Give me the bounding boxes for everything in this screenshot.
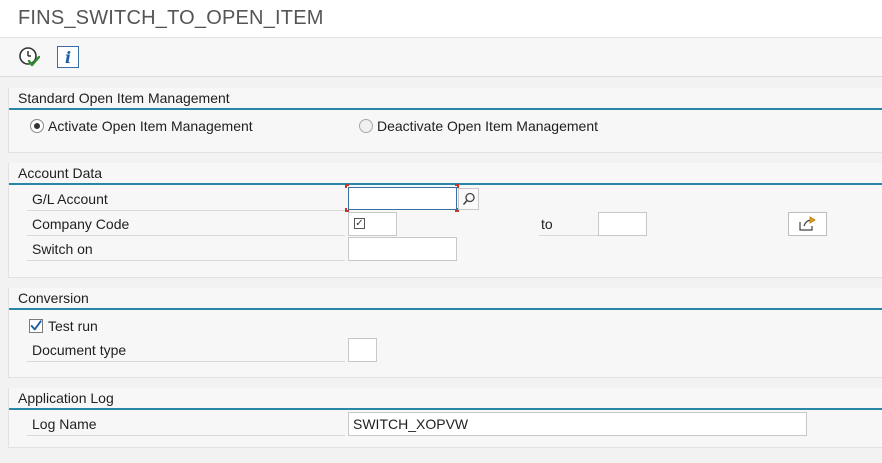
search-icon [462,192,475,206]
activate-label: Activate Open Item Management [48,118,253,134]
title-bar: FINS_SWITCH_TO_OPEN_ITEM [0,0,882,38]
group-title-application-log: Application Log [9,388,882,410]
company-code-to-input[interactable] [598,212,647,236]
group-title-standard: Standard Open Item Management [9,88,882,110]
multiple-selection-arrow-icon [798,216,816,231]
required-check-icon: ✓ [354,217,365,229]
company-code-to-label: to [539,212,599,236]
conversion-group: Conversion Test run Document type [8,288,882,378]
company-code-input[interactable]: ✓ [348,212,397,236]
info-button[interactable]: i [56,45,80,69]
radio-selected-icon[interactable] [30,119,44,133]
radio-unselected-icon[interactable] [359,119,373,133]
info-icon: i [57,46,79,68]
test-run-label: Test run [48,318,98,334]
gl-account-input[interactable] [348,187,457,210]
group-title-conversion: Conversion [9,288,882,310]
toolbar: i [0,39,882,77]
focus-corner-tl [345,184,349,188]
account-data-group: Account Data G/L Account Company Code ✓ … [8,163,882,278]
execute-clock-check-icon [19,47,40,67]
document-type-input[interactable] [348,338,377,362]
switch-on-label: Switch on [27,237,345,261]
company-code-label: Company Code [27,212,345,236]
deactivate-label: Deactivate Open Item Management [377,118,599,134]
log-name-input[interactable]: SWITCH_XOPVW [348,412,807,436]
document-type-label: Document type [27,338,345,362]
test-run-checkbox[interactable] [29,319,43,333]
page-title: FINS_SWITCH_TO_OPEN_ITEM [18,7,324,29]
multiple-selection-button[interactable] [788,212,827,236]
deactivate-radio-option[interactable]: Deactivate Open Item Management [359,116,598,136]
gl-account-label: G/L Account [27,187,345,211]
gl-account-search-button[interactable] [458,188,479,210]
group-title-account-data: Account Data [9,163,882,185]
activate-radio-option[interactable]: Activate Open Item Management [30,116,253,136]
log-name-label: Log Name [27,412,345,436]
execute-button[interactable] [17,45,41,69]
test-run-checkbox-option[interactable]: Test run [29,316,98,336]
checkmark-icon [30,320,42,331]
standard-open-item-group: Standard Open Item Management Activate O… [8,88,882,153]
application-log-group: Application Log Log Name SWITCH_XOPVW [8,388,882,448]
switch-on-input[interactable] [348,237,457,261]
